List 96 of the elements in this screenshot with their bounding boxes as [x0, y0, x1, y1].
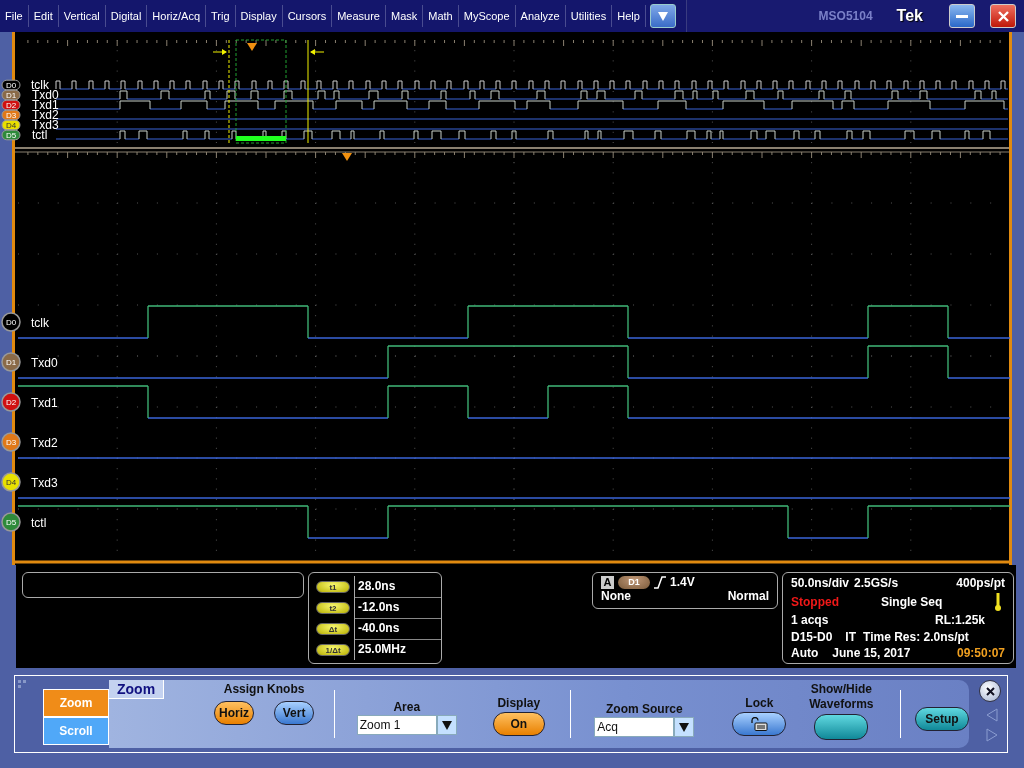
cursor-readout-value: -12.0ns: [354, 596, 441, 619]
show-hide-waveforms-label: Show/Hide Waveforms: [808, 682, 875, 712]
menu-item[interactable]: Utilities: [565, 5, 613, 27]
area-label: Area: [393, 700, 421, 714]
channel-badge[interactable]: D1: [1, 352, 21, 372]
cursor-readout-value: -40.0ns: [354, 617, 441, 640]
panel-title: Zoom: [109, 680, 165, 699]
acquisition-panel[interactable]: 50.0ns/div 2.5GS/s 400ps/pt Stopped Single Seq 1 acqs RL:1.25k D15-D0 IT Time Res: 2.0ns/pt Auto June 15, 2017 09:50:07: [782, 572, 1014, 664]
cursor-arrow-icon: [310, 49, 325, 55]
cursor-line[interactable]: [228, 39, 230, 144]
channel-badge[interactable]: D5: [1, 512, 21, 532]
channel-label: tclk: [31, 316, 49, 330]
menu-item[interactable]: Cursors: [282, 5, 333, 27]
menu-item[interactable]: Math: [423, 5, 459, 27]
cursor-readout-button[interactable]: Δt: [316, 622, 350, 635]
close-button[interactable]: [979, 680, 1001, 702]
dropdown-arrow-icon: [679, 722, 690, 732]
cursor-readout-value: 25.0MHz: [354, 639, 441, 660]
acquisition-count: 1 acqs: [791, 613, 829, 627]
lock-button[interactable]: [732, 712, 787, 736]
area-dropdown[interactable]: Zoom 1: [356, 715, 437, 735]
record-length: RL:1.25k: [934, 613, 985, 627]
menu-item[interactable]: Mask: [386, 5, 424, 27]
zoom-source-dropdown[interactable]: Acq: [594, 717, 675, 737]
menu-item[interactable]: Vertical: [58, 5, 106, 27]
acquisition-mode: Single Seq: [881, 594, 943, 609]
close-icon: [997, 10, 1009, 22]
run-state: Stopped: [791, 594, 839, 609]
trigger-marker-icon: [247, 43, 257, 51]
minimize-icon: [956, 14, 968, 18]
channel-label: Txd1: [31, 396, 58, 410]
show-hide-waveforms-button[interactable]: [814, 714, 869, 740]
sample-rate: 2.5GS/s: [854, 576, 899, 590]
trigger-level: 1.4V: [670, 575, 695, 589]
menu-item[interactable]: Trig: [206, 5, 236, 27]
menu-dropdown-button[interactable]: [649, 4, 676, 28]
lock-label: Lock: [745, 696, 774, 710]
cursor-readout-button[interactable]: t1: [316, 580, 350, 593]
padlock-icon: [750, 717, 769, 731]
cursor-readout-button[interactable]: 1/Δt: [316, 643, 350, 656]
time-resolution: Time Res: 2.0ns/pt: [863, 629, 969, 644]
channel-badge[interactable]: D4: [1, 472, 21, 492]
time: 09:50:07: [956, 646, 1005, 660]
trigger-marker-icon: [342, 153, 352, 161]
dropdown-arrow-icon: [441, 720, 452, 730]
rising-edge-icon: [654, 575, 666, 589]
close-icon: [985, 686, 995, 696]
knob-assign-button[interactable]: Horiz: [214, 701, 255, 725]
trigger-coupling: None: [601, 589, 631, 603]
channel-label: Txd3: [31, 476, 58, 490]
channel-badge[interactable]: D2: [1, 392, 21, 412]
channel-badge[interactable]: D5: [1, 129, 21, 141]
channel-label: Txd0: [31, 356, 58, 370]
interpolation-mode: IT: [845, 629, 857, 644]
trigger-panel[interactable]: A D1 1.4V None Normal: [592, 572, 778, 609]
zoom-window[interactable]: [235, 39, 287, 144]
trigger-mode: Normal: [727, 589, 769, 603]
digital-channels: D15-D0: [791, 629, 833, 644]
menu-item[interactable]: Measure: [332, 5, 386, 27]
menu-item[interactable]: Edit: [28, 5, 59, 27]
cursor-readout-button[interactable]: t2: [316, 601, 350, 614]
display-toggle-button[interactable]: On: [492, 712, 545, 736]
channel-badge[interactable]: D1: [1, 89, 21, 101]
trigger-source-badge: D1: [618, 575, 650, 589]
trigger-event-badge: A: [601, 575, 614, 589]
caret-icon: [657, 11, 668, 21]
zoom-source-label: Zoom Source: [606, 702, 683, 716]
point-spacing: 400ps/pt: [956, 576, 1005, 590]
trigger-mode: Auto: [791, 646, 819, 660]
menu-item[interactable]: Analyze: [515, 5, 566, 27]
cursor-readout-value: 28.0ns: [354, 575, 441, 598]
thermometer-icon: [995, 592, 1001, 611]
setup-button[interactable]: Setup: [915, 707, 969, 731]
channel-label: Txd2: [31, 436, 58, 450]
channel-badge[interactable]: D4: [1, 119, 21, 131]
brand-logo: Tek: [896, 7, 923, 25]
channel-badge[interactable]: D2: [1, 99, 21, 111]
grip-icon[interactable]: [17, 679, 27, 689]
cursor-arrow-icon: [212, 49, 227, 55]
knob-assign-button[interactable]: Vert: [274, 701, 315, 725]
menu-item[interactable]: Horiz/Acq: [147, 5, 207, 27]
model-name: MSO5104: [818, 9, 873, 23]
menu-item[interactable]: Help: [612, 5, 646, 27]
horizontal-scale: 50.0ns/div: [791, 576, 850, 590]
channel-badge[interactable]: D0: [1, 79, 21, 91]
assign-knobs-label: Assign Knobs: [223, 682, 305, 696]
channel-label: tctl: [31, 516, 47, 530]
date: June 15, 2017: [832, 646, 911, 660]
menu-item[interactable]: Digital: [105, 5, 148, 27]
zoom-window-bar: [236, 136, 286, 141]
channel-badge[interactable]: D0: [1, 312, 21, 332]
display-label: Display: [497, 696, 541, 710]
menu-item[interactable]: MyScope: [458, 5, 516, 27]
menu-item[interactable]: File: [0, 5, 29, 27]
menu-item[interactable]: Display: [235, 5, 283, 27]
minimize-button[interactable]: [949, 4, 975, 28]
